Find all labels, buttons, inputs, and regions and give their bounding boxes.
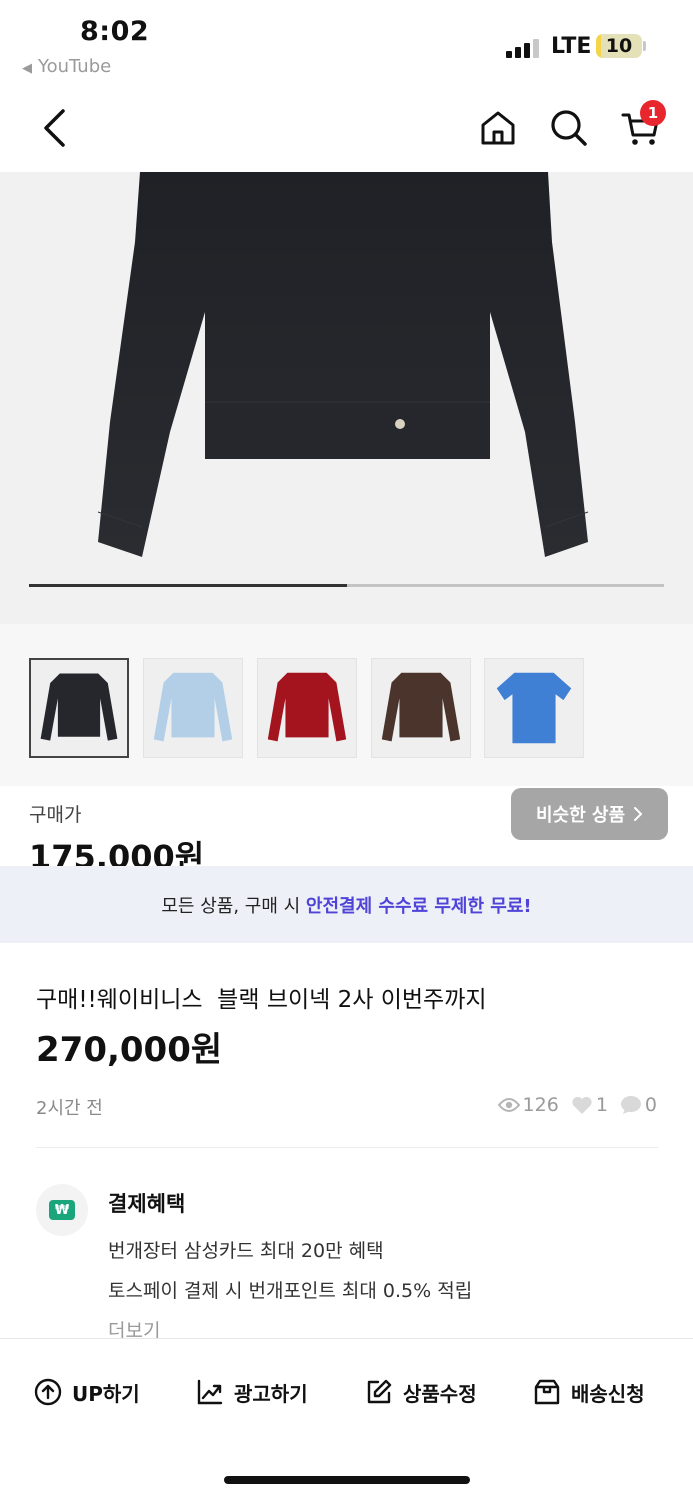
chevron-left-icon bbox=[44, 109, 65, 147]
thumbnail-black[interactable] bbox=[29, 658, 129, 758]
benefit-item: 번개장터 삼성카드 최대 20만 혜택 bbox=[108, 1240, 384, 1262]
thumbnail-red[interactable] bbox=[257, 658, 357, 758]
product-title: 구매!!웨이비니스 블랙 브이넥 2사 이번주까지 bbox=[36, 987, 487, 1013]
view-count: 126 bbox=[497, 1094, 559, 1116]
battery-icon: 10 bbox=[596, 34, 642, 58]
shipping-request-label: 배송신청 bbox=[571, 1381, 645, 1406]
home-indicator bbox=[224, 1476, 470, 1484]
thumbnail-sweater-image bbox=[40, 673, 118, 741]
chat-bubble-icon bbox=[620, 1096, 641, 1114]
signal-strength-icon bbox=[506, 36, 544, 58]
chevron-right-icon bbox=[634, 807, 643, 821]
back-triangle-icon: ◀ bbox=[22, 61, 32, 76]
payment-benefit-icon: ₩ bbox=[36, 1184, 88, 1236]
battery-level: 10 bbox=[605, 35, 633, 57]
won-icon: ₩ bbox=[49, 1200, 75, 1220]
similar-products-label: 비슷한 상품 bbox=[535, 805, 626, 826]
network-type: LTE bbox=[551, 34, 592, 59]
arrow-up-circle-icon bbox=[34, 1378, 62, 1406]
benefits-title: 결제혜택 bbox=[108, 1192, 186, 1216]
chat-count-value: 0 bbox=[644, 1094, 657, 1116]
safe-payment-banner[interactable]: 모든 상품, 구매 시 안전결제 수수료 무제한 무료! bbox=[0, 866, 693, 943]
section-divider bbox=[36, 1147, 658, 1148]
edit-icon bbox=[367, 1379, 392, 1404]
thumbnail-blue[interactable] bbox=[484, 658, 584, 758]
trending-up-icon bbox=[197, 1379, 223, 1405]
home-icon bbox=[481, 111, 515, 145]
thumbnail-strip bbox=[0, 624, 693, 786]
posted-time: 2시간 전 bbox=[36, 1098, 103, 1119]
advertise-button-label: 광고하기 bbox=[234, 1381, 308, 1406]
advertise-button[interactable]: 광고하기 bbox=[196, 1377, 308, 1407]
thumbnail-sweater-image bbox=[496, 672, 572, 744]
edit-product-label: 상품수정 bbox=[403, 1381, 477, 1406]
eye-icon bbox=[497, 1098, 520, 1112]
similar-products-button[interactable]: 비슷한 상품 bbox=[511, 788, 668, 840]
thumbnail-sweater-image bbox=[381, 672, 461, 742]
box-icon bbox=[534, 1379, 560, 1405]
back-to-app-link[interactable]: ◀ YouTube bbox=[22, 56, 111, 77]
more-link[interactable]: 더보기 bbox=[108, 1316, 160, 1338]
promo-highlight: 안전결제 수수료 무제한 무료! bbox=[305, 895, 532, 917]
chat-count: 0 bbox=[620, 1094, 657, 1116]
home-button[interactable] bbox=[474, 104, 522, 152]
battery-tip bbox=[643, 41, 646, 51]
status-bar: 8:02 ◀ YouTube LTE 10 bbox=[0, 0, 693, 86]
product-price: 270,000원 bbox=[36, 1030, 223, 1070]
product-image-carousel[interactable] bbox=[0, 172, 693, 624]
top-navigation bbox=[0, 86, 693, 172]
thumbnail-light-blue[interactable] bbox=[143, 658, 243, 758]
carousel-progress bbox=[29, 584, 664, 587]
back-app-name: YouTube bbox=[38, 56, 112, 77]
listing-stats: 126 1 0 bbox=[497, 1094, 657, 1116]
purchase-price-label: 구매가 bbox=[29, 804, 82, 826]
up-button-label: UP하기 bbox=[72, 1381, 140, 1406]
sweater-image bbox=[97, 172, 589, 557]
search-icon bbox=[551, 110, 587, 146]
benefit-item: 토스페이 결제 시 번개포인트 최대 0.5% 적립 bbox=[108, 1280, 473, 1302]
back-button[interactable] bbox=[34, 104, 74, 152]
shipping-request-button[interactable]: 배송신청 bbox=[533, 1377, 645, 1407]
search-button[interactable] bbox=[545, 104, 593, 152]
cart-count-badge: 1 bbox=[640, 100, 666, 126]
status-time: 8:02 bbox=[80, 16, 150, 47]
promo-text: 모든 상품, 구매 시 bbox=[161, 895, 306, 917]
like-count: 1 bbox=[571, 1094, 608, 1116]
edit-product-button[interactable]: 상품수정 bbox=[365, 1377, 477, 1407]
up-button[interactable]: UP하기 bbox=[34, 1377, 140, 1407]
thumbnail-sweater-image bbox=[153, 672, 233, 742]
thumbnail-brown[interactable] bbox=[371, 658, 471, 758]
carousel-progress-fill bbox=[29, 584, 347, 587]
thumbnail-sweater-image bbox=[267, 672, 347, 742]
heart-icon bbox=[572, 1096, 592, 1114]
purchase-price: 175,000원 bbox=[29, 838, 205, 866]
view-count-value: 126 bbox=[522, 1094, 559, 1116]
like-count-value: 1 bbox=[595, 1094, 608, 1116]
